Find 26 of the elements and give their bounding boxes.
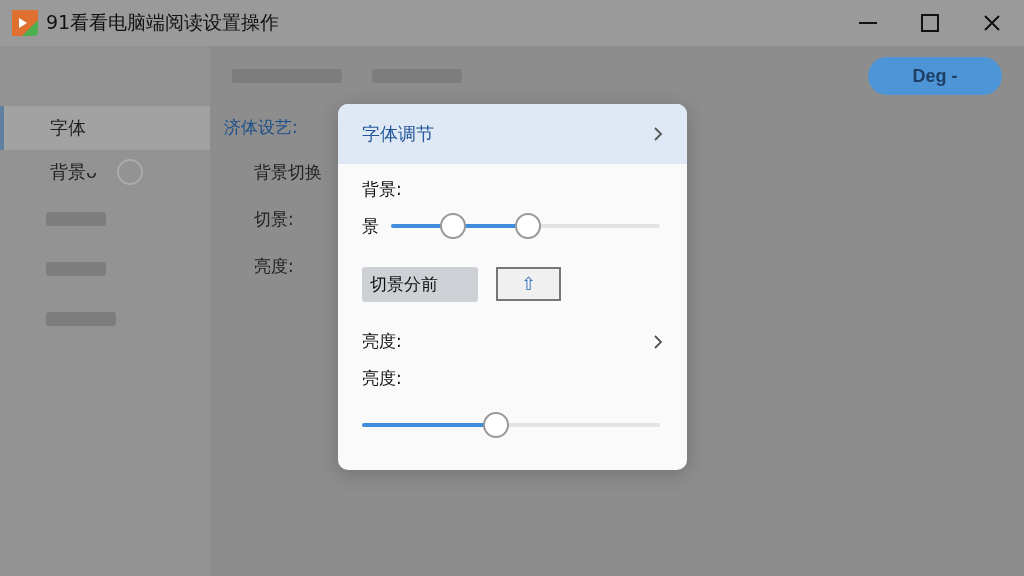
sidebar-item[interactable]: 背景ᴗ xyxy=(0,150,210,194)
section-title: 济体设艺: xyxy=(224,116,298,139)
range-slider[interactable] xyxy=(391,213,660,239)
slider-thumb[interactable] xyxy=(515,213,542,239)
minimize-icon xyxy=(859,22,877,24)
setting-label: 亮度: xyxy=(254,255,294,278)
brightness-row-label: 亮度: xyxy=(362,330,402,353)
maximize-icon xyxy=(921,14,939,32)
up-button[interactable]: ⇧ xyxy=(496,267,561,301)
brightness-slider[interactable] xyxy=(362,412,660,438)
brightness-label: 亮度: xyxy=(362,367,403,390)
slider-thumb[interactable] xyxy=(439,213,466,239)
app-logo-icon xyxy=(12,10,38,36)
slider-thumb[interactable] xyxy=(483,412,510,438)
window-title: 91看看电脑端阅读设置操作 xyxy=(46,10,281,35)
toggle-label: 切景分前 xyxy=(362,267,478,302)
chevron-right-icon xyxy=(653,333,663,350)
close-icon xyxy=(983,14,1001,32)
setting-label: 切景: xyxy=(254,208,294,231)
setting-label: 背景切换 xyxy=(254,161,322,184)
chevron-right-icon xyxy=(653,126,663,142)
popup-title: 字体调节 xyxy=(362,122,434,146)
sidebar-item[interactable]: 字体 xyxy=(0,106,210,150)
background-label: 背景: xyxy=(362,178,403,201)
language-button[interactable]: Deg - xyxy=(868,57,1002,95)
slider-label: 景 xyxy=(362,214,379,238)
